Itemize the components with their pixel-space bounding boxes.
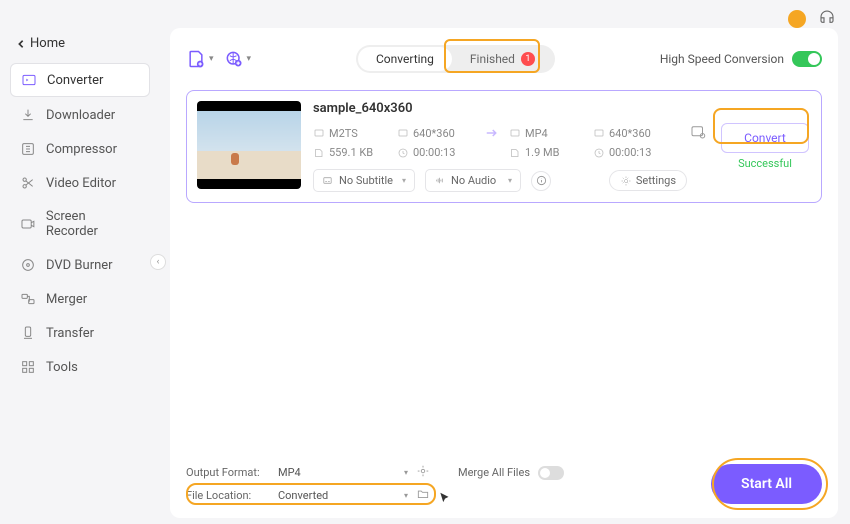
sidebar-collapse[interactable]: ‹ (150, 254, 166, 270)
dst-size: 1.9 MB (509, 146, 587, 159)
disc-icon (20, 257, 36, 273)
convert-button[interactable]: Convert (721, 123, 809, 153)
src-duration: 00:00:13 (397, 146, 475, 159)
sidebar: Home Converter Downloader Compressor Vid… (0, 0, 160, 524)
headset-icon[interactable] (818, 8, 836, 30)
tab-finished[interactable]: Finished 1 (452, 47, 553, 71)
output-settings-icon[interactable] (689, 123, 707, 145)
file-settings-button[interactable]: Settings (609, 170, 687, 191)
dst-format: MP4 (509, 127, 587, 140)
src-resolution: 640*360 (397, 127, 475, 140)
transfer-icon (20, 325, 36, 341)
src-size: 559.1 KB (313, 146, 391, 159)
merge-toggle[interactable] (538, 466, 564, 480)
sidebar-item-screen-recorder[interactable]: Screen Recorder (10, 201, 150, 247)
status-tabs: Converting Finished 1 (356, 45, 555, 73)
start-all-button[interactable]: Start All (711, 464, 822, 504)
compressor-icon (20, 141, 36, 157)
sidebar-item-merger[interactable]: Merger (10, 283, 150, 315)
add-url-button[interactable]: ▾ (224, 49, 252, 69)
video-thumbnail[interactable] (197, 101, 301, 189)
file-name: sample_640x360 (313, 101, 687, 116)
tab-converting[interactable]: Converting (358, 47, 452, 71)
file-card: sample_640x360 M2TS 640*360 MP4 640*360 … (186, 90, 822, 203)
recorder-icon (20, 216, 36, 232)
add-url-icon (224, 49, 244, 69)
download-icon (20, 107, 36, 123)
subtitle-select[interactable]: No Subtitle▾ (313, 169, 415, 192)
merger-icon (20, 291, 36, 307)
high-speed-label: High Speed Conversion (660, 52, 784, 66)
convert-status: Successful (738, 157, 792, 170)
output-format-select[interactable]: MP4▾ (278, 466, 408, 479)
cursor-pointer-annotation (438, 491, 452, 505)
scissors-icon (20, 175, 36, 191)
merge-label: Merge All Files (458, 466, 530, 479)
src-format: M2TS (313, 127, 391, 140)
add-file-button[interactable]: ▾ (186, 49, 214, 69)
chevron-down-icon: ▾ (247, 54, 252, 64)
high-speed-toggle[interactable] (792, 51, 822, 67)
gear-icon (620, 175, 632, 187)
converter-icon (21, 72, 37, 88)
sidebar-item-transfer[interactable]: Transfer (10, 317, 150, 349)
sidebar-item-tools[interactable]: Tools (10, 351, 150, 383)
sidebar-item-video-editor[interactable]: Video Editor (10, 167, 150, 199)
audio-icon (434, 175, 445, 186)
arrow-right-icon (481, 124, 503, 142)
home-label: Home (30, 36, 65, 51)
file-location-select[interactable]: Converted▾ (278, 489, 408, 502)
open-folder-button[interactable] (416, 487, 430, 504)
file-location-label: File Location: (186, 489, 270, 502)
sidebar-item-downloader[interactable]: Downloader (10, 99, 150, 131)
folder-icon (416, 487, 430, 501)
sidebar-item-converter[interactable]: Converter (10, 63, 150, 97)
back-home[interactable]: Home (0, 30, 160, 57)
output-settings-button[interactable] (416, 464, 430, 481)
output-format-label: Output Format: (186, 466, 270, 479)
dst-duration: 00:00:13 (593, 146, 671, 159)
info-button[interactable] (531, 171, 551, 191)
avatar[interactable] (788, 10, 806, 28)
subtitle-icon (322, 175, 333, 186)
audio-select[interactable]: No Audio▾ (425, 169, 521, 192)
sidebar-item-compressor[interactable]: Compressor (10, 133, 150, 165)
finished-count-badge: 1 (521, 52, 535, 66)
add-file-icon (186, 49, 206, 69)
main-panel: ▾ ▾ Converting Finished 1 High Speed Con… (170, 28, 838, 518)
tools-icon (20, 359, 36, 375)
bottom-bar: Output Format: MP4▾ Merge All Files File… (186, 464, 822, 510)
dst-resolution: 640*360 (593, 127, 671, 140)
chevron-down-icon: ▾ (209, 54, 214, 64)
sidebar-item-dvd-burner[interactable]: DVD Burner (10, 249, 150, 281)
